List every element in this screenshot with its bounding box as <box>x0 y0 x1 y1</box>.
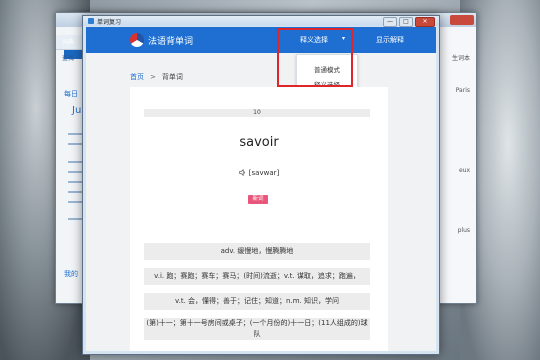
speaker-icon[interactable] <box>239 169 246 176</box>
show-explanation-menu[interactable]: 显示解释 <box>376 35 404 45</box>
side-word-paris: Paris <box>455 87 470 94</box>
background-text-line <box>68 143 82 145</box>
daily-heading: 每日 <box>64 90 78 98</box>
background-text-line <box>68 191 82 193</box>
app-content: 法语背单词 释义选择 ▾ 显示解释 普通模式 释义选择 首页 > 背单词 10 sa… <box>86 27 436 351</box>
background-window-close-button[interactable] <box>450 15 474 25</box>
definition-option[interactable]: (第)十一；第十一号房间或桌子；(一个月份的)十一日；(11人组成的)球队 <box>144 318 370 340</box>
wordbook-link[interactable]: 生词本 <box>452 53 470 62</box>
my-section-heading: 我的 <box>64 270 78 278</box>
word-text: savoir <box>239 135 279 150</box>
close-button[interactable]: ✕ <box>415 17 435 27</box>
word-review-window[interactable]: 单词复习 — □ ✕ 法语背单词 释义选择 ▾ 显示解释 普通模式 释义选择 首… <box>82 15 440 355</box>
background-text-line <box>68 218 82 220</box>
minimize-button[interactable]: — <box>383 17 397 27</box>
breadcrumb-home-link[interactable]: 首页 <box>130 73 144 81</box>
definition-option[interactable]: adv. 缓慢地，慢腾腾地 <box>144 243 370 260</box>
new-word-badge: 新词 <box>248 195 268 204</box>
annotation-highlight-box <box>277 28 353 87</box>
breadcrumb-current: 背单词 <box>161 73 183 81</box>
definition-option[interactable]: v.i. 跑；赛跑；赛车；赛马；(时间)流逝；v.t. 谋取，追求；跑遍， <box>144 268 370 285</box>
side-word-plus: plus <box>457 227 470 234</box>
app-icon <box>88 18 94 24</box>
side-word-eux: eux <box>458 167 470 174</box>
breadcrumb: 首页 > 背单词 <box>130 72 183 82</box>
window-title: 单词复习 <box>97 19 122 26</box>
search-link[interactable]: 查找 <box>62 53 74 62</box>
breadcrumb-separator: > <box>150 73 156 81</box>
daily-word-initial: Ju <box>72 105 82 116</box>
phonetic-text: [savwar] <box>248 169 280 177</box>
tab-dictionary[interactable]: 词典 <box>62 37 74 46</box>
window-titlebar[interactable]: 单词复习 — □ ✕ <box>83 16 439 27</box>
app-title[interactable]: 法语背单词 <box>148 34 193 47</box>
french-flag-logo-icon <box>130 33 144 47</box>
definition-option[interactable]: v.t. 会，懂得；善于；记住；知道；n.m. 知识，学问 <box>144 293 370 310</box>
word-card: 10 savoir [savwar] 新词 adv. 缓慢地，慢腾腾地 v.i.… <box>130 87 388 351</box>
app-header: 法语背单词 释义选择 ▾ 显示解释 <box>86 27 436 53</box>
maximize-button[interactable]: □ <box>399 17 413 27</box>
window-controls: — □ ✕ <box>383 17 435 27</box>
word-counter: 10 <box>144 109 370 117</box>
phonetic-row: [savwar] <box>130 169 388 177</box>
